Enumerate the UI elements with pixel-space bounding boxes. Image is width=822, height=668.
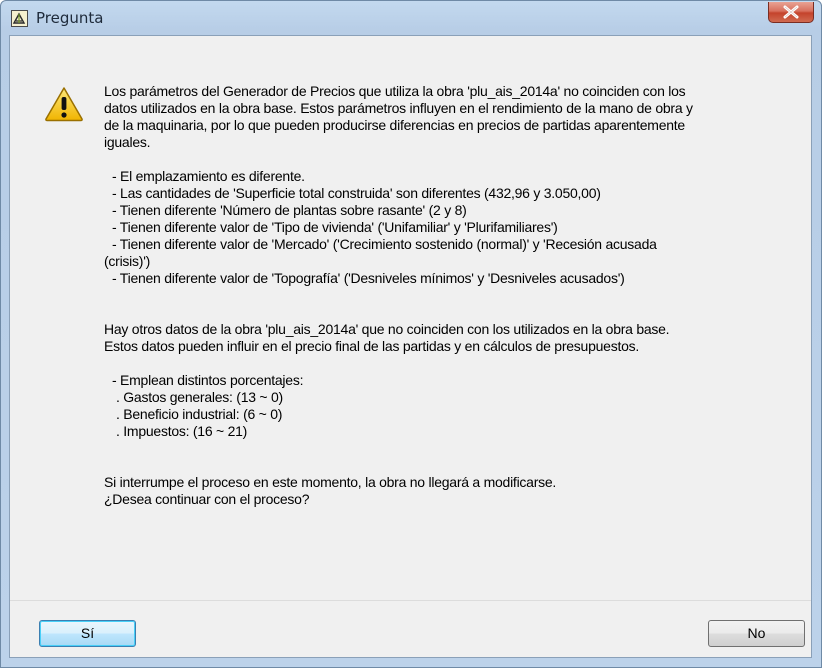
yes-button[interactable]: Sí xyxy=(39,620,136,647)
button-bar: Sí No xyxy=(10,600,811,657)
other-data-line: Hay otros datos de la obra 'plu_ais_2014… xyxy=(104,321,670,337)
percentage-item: . Beneficio industrial: (6 ~ 0) xyxy=(116,406,283,422)
close-icon xyxy=(783,5,799,19)
difference-item: - Tienen diferente valor de 'Mercado' ('… xyxy=(112,236,657,252)
difference-item-continuation: (crisis)') xyxy=(104,253,151,269)
difference-item: - Tienen diferente valor de 'Tipo de viv… xyxy=(112,219,558,235)
intro-line: de la maquinaria, por lo que pueden prod… xyxy=(104,117,685,133)
app-icon xyxy=(11,10,28,27)
percentage-item: . Gastos generales: (13 ~ 0) xyxy=(116,389,283,405)
percentage-item: . Impuestos: (16 ~ 21) xyxy=(116,423,248,439)
message-pane: Los parámetros del Generador de Precios … xyxy=(10,36,811,601)
title-bar[interactable]: Pregunta xyxy=(1,1,821,35)
other-data-line: Estos datos pueden influir en el precio … xyxy=(104,338,640,354)
no-button[interactable]: No xyxy=(708,620,805,647)
close-button[interactable] xyxy=(768,2,814,23)
intro-line: Los parámetros del Generador de Precios … xyxy=(104,83,686,99)
difference-item: - Las cantidades de 'Superficie total co… xyxy=(112,185,601,201)
difference-item: - Tienen diferente valor de 'Topografía'… xyxy=(112,270,625,286)
message-text: Los parámetros del Generador de Precios … xyxy=(104,83,798,508)
difference-item: - Tienen diferente 'Número de plantas so… xyxy=(112,202,467,218)
closing-line: Si interrumpe el proceso en este momento… xyxy=(104,474,557,490)
dialog-client-area: Los parámetros del Generador de Precios … xyxy=(9,35,812,658)
dialog-window: Pregunta Los parámetros del Generador de… xyxy=(0,0,822,668)
percentages-heading: - Emplean distintos porcentajes: xyxy=(112,372,304,388)
intro-line: datos utilizados en la obra base. Estos … xyxy=(104,100,693,116)
difference-item: - El emplazamiento es diferente. xyxy=(112,168,305,184)
window-title: Pregunta xyxy=(36,9,104,27)
intro-line: iguales. xyxy=(104,134,151,150)
warning-icon xyxy=(44,86,84,122)
question-line: ¿Desea continuar con el proceso? xyxy=(104,491,310,507)
